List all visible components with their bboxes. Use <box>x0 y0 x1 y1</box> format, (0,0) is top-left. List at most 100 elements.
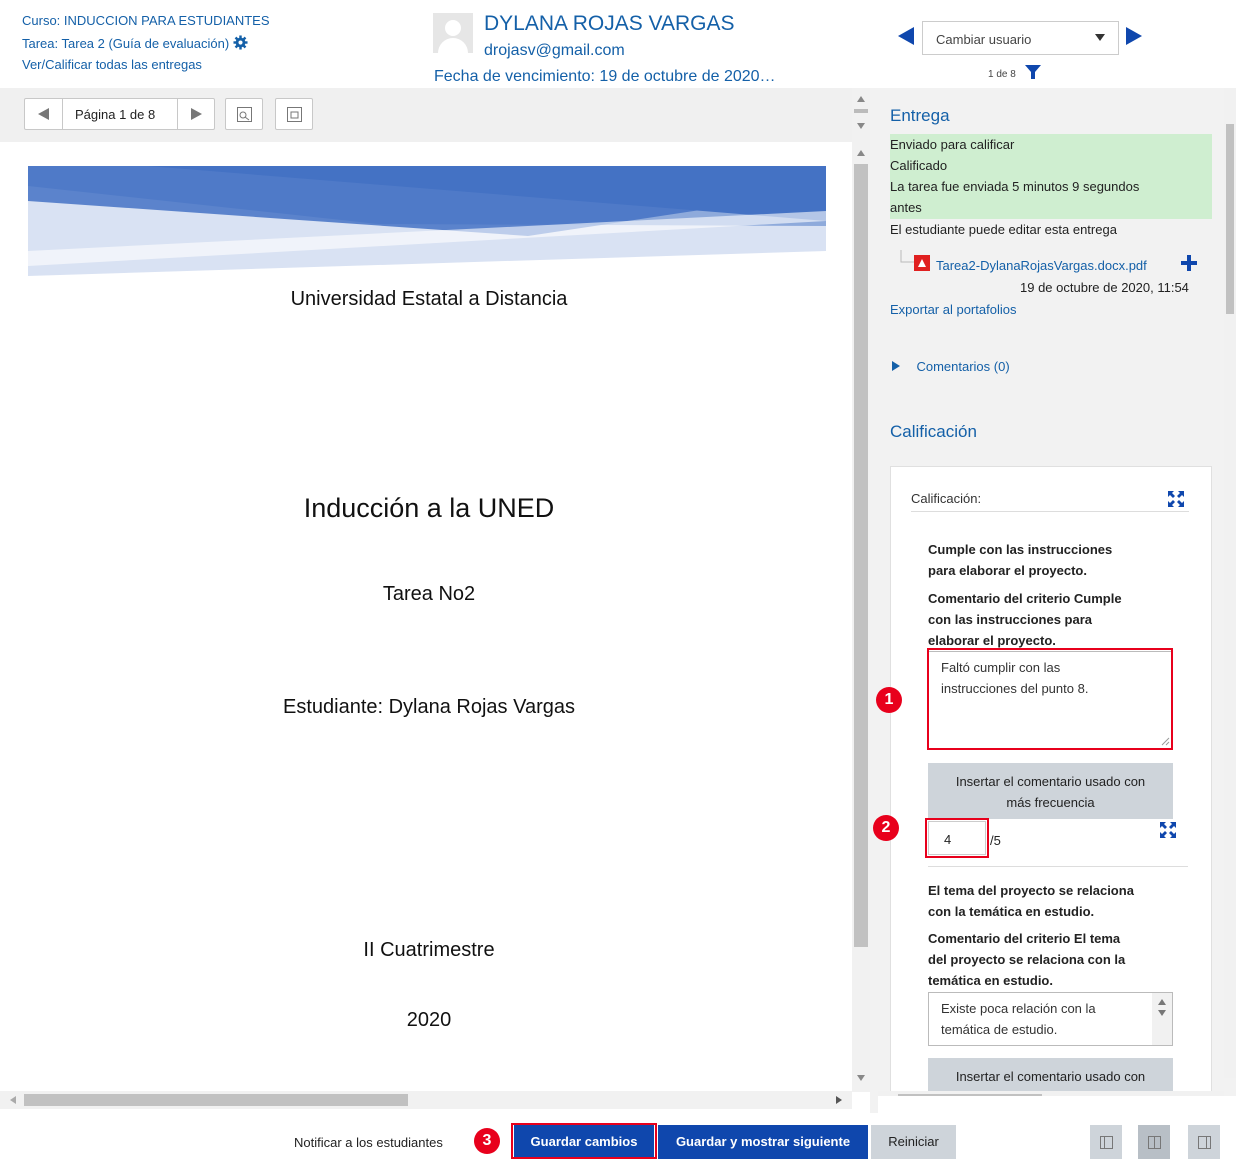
criterion-2-description: El tema del proyecto se relaciona con la… <box>928 880 1178 922</box>
notify-students-label[interactable]: Notificar a los estudiantes <box>294 1135 443 1150</box>
criterion-line: Cumple con las instrucciones <box>928 542 1113 557</box>
button-line: Insertar el comentario usado con <box>955 1069 1146 1084</box>
scroll-down-icon[interactable] <box>857 123 865 129</box>
criterion-line: para elaborar el proyecto. <box>928 563 1087 578</box>
comments-toggle[interactable]: Comentarios (0) <box>892 358 1010 376</box>
assignment-link-label[interactable]: Tarea: Tarea 2 (Guía de evaluación) <box>22 36 229 51</box>
student-name[interactable]: DYLANA ROJAS VARGAS <box>484 12 735 36</box>
criterion-line: Comentario del criterio Cumple <box>928 591 1122 606</box>
student-email[interactable]: drojasv@gmail.com <box>484 42 625 60</box>
pdf-vertical-scrollbar[interactable] <box>852 142 870 1092</box>
scroll-right-icon[interactable] <box>836 1096 842 1104</box>
expand-button[interactable] <box>275 98 313 130</box>
pdf-scroll-thumb[interactable] <box>854 164 868 947</box>
filter-icon[interactable] <box>1025 64 1041 80</box>
expand-icon[interactable] <box>1159 821 1177 839</box>
view-all-submissions-link[interactable]: Ver/Calificar todas las entregas <box>22 57 202 72</box>
criterion-1-comment-label: Comentario del criterio Cumple con las i… <box>928 588 1178 651</box>
expand-icon[interactable] <box>1167 490 1185 508</box>
criterion-1-description: Cumple con las instrucciones para elabor… <box>928 539 1178 581</box>
plus-icon[interactable] <box>1181 255 1197 271</box>
insert-frequent-comment-button[interactable]: Insertar el comentario usado con más fre… <box>928 763 1173 819</box>
layout-left-icon <box>1100 1136 1113 1149</box>
layout-collapse-right-button[interactable] <box>1090 1125 1122 1159</box>
edit-note: El estudiante puede editar esta entrega <box>890 222 1117 237</box>
next-page-icon <box>191 108 202 120</box>
pdf-file-icon <box>900 250 930 271</box>
reset-button[interactable]: Reiniciar <box>871 1125 956 1159</box>
pane-divider[interactable] <box>870 88 878 1113</box>
doc-term: II Cuatrimestre <box>363 939 495 961</box>
submission-file-link[interactable]: Tarea2-DylanaRojasVargas.docx.pdf <box>936 258 1147 273</box>
chevron-down-icon <box>1095 34 1105 41</box>
doc-title: Inducción a la UNED <box>303 493 555 523</box>
pdf-horizontal-scrollbar[interactable] <box>0 1091 852 1109</box>
layout-collapse-left-button[interactable] <box>1188 1125 1220 1159</box>
next-user-icon[interactable] <box>1124 26 1144 46</box>
doc-university: Universidad Estatal a Distancia <box>290 288 568 310</box>
grade-panel-label: Calificación: <box>911 491 982 506</box>
layout-right-icon <box>1198 1136 1211 1149</box>
submission-status: Enviado para calificar Calificado La tar… <box>890 134 1212 219</box>
next-page-button[interactable] <box>177 99 215 129</box>
scroll-down-icon[interactable] <box>1158 1010 1166 1016</box>
previous-page-button[interactable] <box>25 99 63 129</box>
avatar <box>433 13 473 53</box>
course-link[interactable]: Curso: INDUCCION PARA ESTUDIANTES <box>22 13 270 28</box>
grader-header: Curso: INDUCCION PARA ESTUDIANTES Tarea:… <box>0 0 1236 88</box>
search-button[interactable] <box>225 98 263 130</box>
sidebar-horizontal-scrollbar[interactable] <box>878 1091 1224 1096</box>
rubric-panel: Calificación: Cumple con las instruccion… <box>890 466 1212 1096</box>
step-marker-2: 2 <box>873 815 899 841</box>
comment-scrollbar[interactable] <box>1152 993 1172 1045</box>
comment-line: instrucciones del punto 8. <box>941 681 1089 696</box>
file-date: 19 de octubre de 2020, 11:54 <box>1020 280 1189 295</box>
criterion-line: con la temática en estudio. <box>928 904 1095 919</box>
scroll-left-icon[interactable] <box>10 1096 16 1104</box>
comment-line: Existe poca relación con la <box>941 1001 1096 1016</box>
sidebar-hscroll-thumb[interactable] <box>898 1094 1042 1096</box>
status-line: Calificado <box>890 158 948 173</box>
comments-label[interactable]: Comentarios (0) <box>916 359 1009 374</box>
criterion-1-score-input[interactable]: 4 <box>928 821 986 855</box>
page-navigator: Página 1 de 8 <box>24 98 215 130</box>
export-portfolio-link[interactable]: Exportar al portafolios <box>890 302 1016 317</box>
status-line: antes <box>890 200 922 215</box>
save-and-next-button[interactable]: Guardar y mostrar siguiente <box>658 1125 868 1159</box>
criterion-1-comment-field[interactable]: Faltó cumplir con las instrucciones del … <box>928 651 1173 749</box>
scroll-up-icon[interactable] <box>1158 999 1166 1005</box>
scroll-down-icon[interactable] <box>857 1075 865 1081</box>
pdf-hscroll-thumb[interactable] <box>24 1094 408 1106</box>
page-label: Página 1 de 8 <box>75 107 156 122</box>
doc-student: Estudiante: Dylana Rojas Vargas <box>282 696 575 718</box>
button-line: Insertar el comentario usado con <box>955 774 1146 789</box>
resize-handle-icon[interactable] <box>1161 737 1170 746</box>
score-value: 4 <box>944 832 952 847</box>
grader-footer: Notificar a los estudiantes Guardar camb… <box>0 1113 1236 1159</box>
search-page-icon <box>237 107 252 122</box>
previous-user-icon[interactable] <box>896 26 916 46</box>
score-max: /5 <box>990 833 1001 848</box>
layout-split-button[interactable] <box>1138 1125 1170 1159</box>
pdf-toolbar: Página 1 de 8 <box>0 88 852 142</box>
pdf-page: Universidad Estatal a Distancia Inducció… <box>8 142 850 1092</box>
change-user-select[interactable]: Cambiar usuario <box>922 21 1119 55</box>
gear-icon[interactable] <box>233 35 248 50</box>
criterion-line: El tema del proyecto se relaciona <box>928 883 1134 898</box>
user-count: 1 de 8 <box>988 69 1016 80</box>
scroll-up-icon[interactable] <box>857 96 865 102</box>
sidebar-vertical-scrollbar[interactable] <box>1224 88 1236 1078</box>
criterion-line: Comentario del criterio El tema <box>928 931 1121 946</box>
save-changes-button[interactable]: Guardar cambios <box>514 1125 654 1159</box>
toolbar-scrollbar[interactable] <box>852 88 870 142</box>
caret-right-icon <box>892 361 900 371</box>
sidebar-scroll-thumb[interactable] <box>1226 124 1234 314</box>
criterion-line: del proyecto se relaciona con la <box>928 952 1126 967</box>
criterion-2-comment-field[interactable]: Existe poca relación con la temática de … <box>928 992 1173 1046</box>
criterion-line: temática en estudio. <box>928 973 1053 988</box>
scroll-up-icon[interactable] <box>857 150 865 156</box>
change-user-label: Cambiar usuario <box>936 32 1032 47</box>
status-line: Enviado para calificar <box>890 137 1015 152</box>
pdf-viewer: Página 1 de 8 Universidad Estatal a Dist… <box>0 88 870 1113</box>
assignment-link[interactable]: Tarea: Tarea 2 (Guía de evaluación) <box>22 35 248 51</box>
